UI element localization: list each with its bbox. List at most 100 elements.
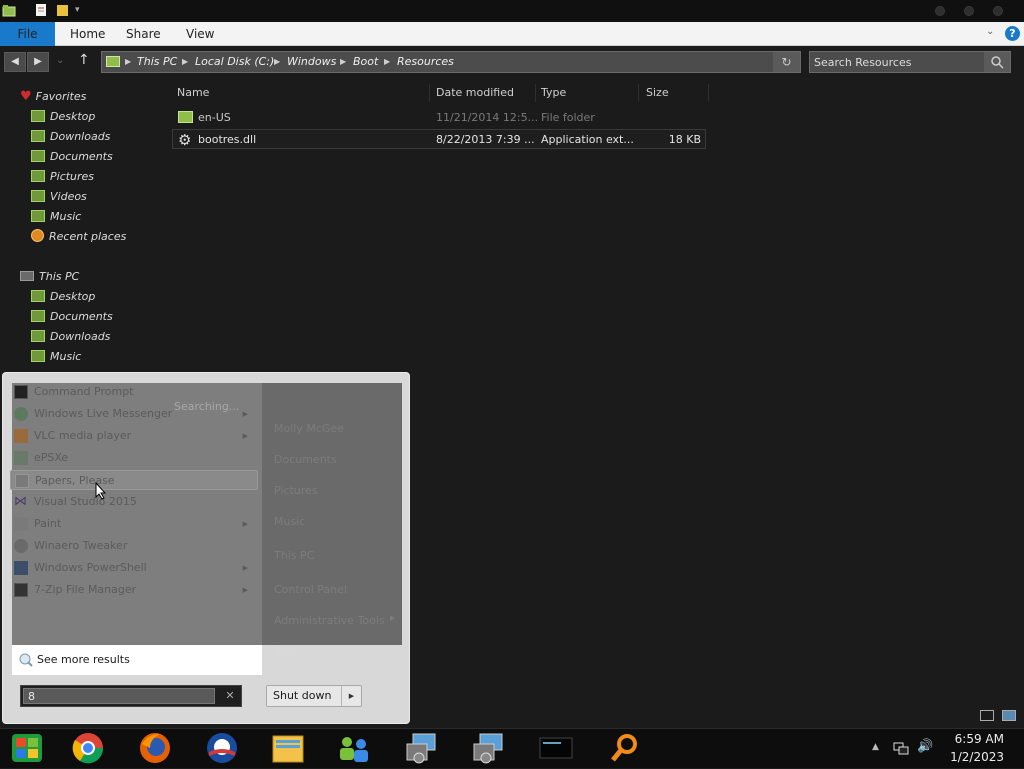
column-divider[interactable] [708, 84, 709, 102]
file-row[interactable]: ⚙ bootres.dll 8/22/2013 7:39 ... Applica… [172, 129, 706, 149]
back-button[interactable]: ◀ [4, 52, 26, 72]
column-divider[interactable] [638, 84, 639, 102]
properties-icon[interactable] [34, 3, 48, 17]
file-date: 8/22/2013 7:39 ... [436, 133, 535, 146]
show-hidden-icons-icon[interactable]: ▲ [872, 742, 879, 752]
nav-pc-music[interactable]: Music [31, 348, 81, 366]
heart-icon: ♥ [20, 89, 32, 104]
nav-item-desktop[interactable]: Desktop [31, 108, 95, 126]
start-item-pictures[interactable]: Pictures [274, 483, 318, 499]
new-folder-icon[interactable] [56, 3, 70, 17]
program-windows-powershell[interactable]: Windows PowerShell ▶ [10, 558, 258, 578]
firefox-icon[interactable] [130, 730, 180, 766]
refresh-icon[interactable]: ↻ [773, 52, 800, 72]
column-header-size[interactable]: Size [646, 84, 669, 102]
title-bar: ▾ [0, 0, 1024, 22]
nav-pc-documents[interactable]: Documents [31, 308, 113, 326]
nav-item-videos[interactable]: Videos [31, 188, 87, 206]
nav-item-music[interactable]: Music [31, 208, 81, 226]
search-input[interactable] [814, 54, 984, 70]
search-icon[interactable] [984, 52, 1010, 72]
start-search-field[interactable]: 8 [23, 688, 215, 704]
program-paint[interactable]: Paint ▶ [10, 514, 258, 534]
program-vlc[interactable]: VLC media player ▶ [10, 426, 258, 446]
program-7zip[interactable]: 7-Zip File Manager ▶ [10, 580, 258, 600]
terminal-icon[interactable] [531, 730, 581, 766]
volume-icon[interactable]: 🔊 [917, 739, 933, 754]
tab-view[interactable]: View [186, 22, 214, 46]
nav-this-pc[interactable]: This PC [20, 268, 79, 286]
obama-logo-icon[interactable] [197, 730, 247, 766]
see-more-results-link[interactable]: See more results [12, 645, 262, 675]
breadcrumb-windows[interactable]: Windows [287, 52, 336, 72]
nav-item-pictures[interactable]: Pictures [31, 168, 94, 186]
start-item-control-panel[interactable]: Control Panel [274, 582, 347, 598]
file-row[interactable]: en-US 11/21/2014 12:5... File folder [172, 108, 706, 128]
nav-favorites[interactable]: ♥ Favorites [20, 88, 86, 106]
file-explorer-icon[interactable] [263, 730, 313, 766]
pictures-icon [31, 170, 45, 182]
breadcrumb-boot[interactable]: Boot [353, 52, 378, 72]
nav-pc-downloads[interactable]: Downloads [31, 328, 110, 346]
column-header-type[interactable]: Type [541, 84, 566, 102]
nav-item-downloads[interactable]: Downloads [31, 128, 110, 146]
program-command-prompt[interactable]: Command Prompt [10, 382, 258, 402]
help-icon[interactable]: ? [1005, 26, 1020, 41]
tab-file[interactable]: File [0, 22, 55, 46]
nav-pc-desktop[interactable]: Desktop [31, 288, 95, 306]
shutdown-button[interactable]: Shut down ▶ [266, 685, 362, 707]
submenu-arrow-icon: ▶ [242, 432, 248, 440]
submenu-arrow-icon: ▶ [242, 586, 248, 594]
up-arrow-icon[interactable]: ↑ [78, 52, 90, 68]
program-windows-live-messenger[interactable]: Windows Live Messenger ▶ [10, 404, 258, 424]
expand-ribbon-icon[interactable]: ⌄ [986, 26, 994, 37]
search-box[interactable] [809, 51, 1011, 73]
customize-quick-access-icon[interactable]: ▾ [75, 5, 89, 19]
start-item-documents[interactable]: Documents [274, 452, 337, 468]
search-magnifier-icon[interactable] [599, 730, 649, 766]
remote-desktop-icon-2[interactable] [464, 730, 514, 766]
breadcrumb-local-disk[interactable]: Local Disk (C:) [195, 52, 274, 72]
clock-time[interactable]: 6:59 AM [955, 732, 1004, 746]
program-winaero-tweaker[interactable]: Winaero Tweaker [10, 536, 258, 556]
program-epsxe[interactable]: ePSXe [10, 448, 258, 468]
address-bar[interactable]: ▶ This PC ▶ Local Disk (C:) ▶ Windows ▶ … [101, 51, 801, 73]
submenu-arrow-icon: ▶ [242, 564, 248, 572]
network-people-icon[interactable] [329, 730, 379, 766]
shutdown-options-arrow-icon[interactable]: ▶ [341, 686, 361, 706]
nav-item-recent-places[interactable]: Recent places [31, 228, 126, 246]
start-orb-icon[interactable] [3, 730, 53, 766]
chrome-icon[interactable] [63, 730, 113, 766]
start-search-value[interactable]: 8 [28, 690, 35, 703]
start-item-administrative-tools[interactable]: Administrative Tools [274, 613, 385, 629]
recent-locations-icon[interactable]: ⌄ [56, 55, 64, 66]
start-item-this-pc[interactable]: This PC [274, 548, 314, 564]
network-icon[interactable] [893, 740, 909, 759]
program-visual-studio[interactable]: ⋈ Visual Studio 2015 [10, 492, 258, 512]
program-papers-please[interactable]: Papers, Please [10, 470, 258, 490]
tab-home[interactable]: Home [70, 22, 105, 46]
downloads-icon [31, 330, 45, 342]
column-divider[interactable] [535, 84, 536, 102]
minimize-button[interactable] [935, 6, 945, 16]
breadcrumb-resources[interactable]: Resources [397, 52, 454, 72]
folder-icon[interactable] [2, 3, 16, 17]
start-search-box[interactable]: 8 ✕ [20, 685, 242, 707]
column-header-name[interactable]: Name [177, 84, 209, 102]
start-item-music[interactable]: Music [274, 514, 305, 530]
close-button[interactable] [993, 6, 1003, 16]
start-item-run[interactable]: Run [274, 644, 295, 660]
large-icons-view-icon[interactable] [1002, 710, 1016, 721]
clock-date[interactable]: 1/2/2023 [950, 750, 1004, 764]
forward-button[interactable]: ▶ [27, 52, 49, 72]
remote-desktop-icon[interactable] [397, 730, 447, 766]
start-item-user[interactable]: Molly McGee [274, 421, 344, 437]
clear-search-icon[interactable]: ✕ [221, 688, 239, 704]
tab-share[interactable]: Share [126, 22, 161, 46]
nav-item-documents[interactable]: Documents [31, 148, 113, 166]
maximize-button[interactable] [964, 6, 974, 16]
column-header-date[interactable]: Date modified [436, 84, 514, 102]
breadcrumb-this-pc[interactable]: This PC [137, 52, 177, 72]
details-view-icon[interactable] [980, 710, 994, 721]
column-divider[interactable] [429, 84, 430, 102]
